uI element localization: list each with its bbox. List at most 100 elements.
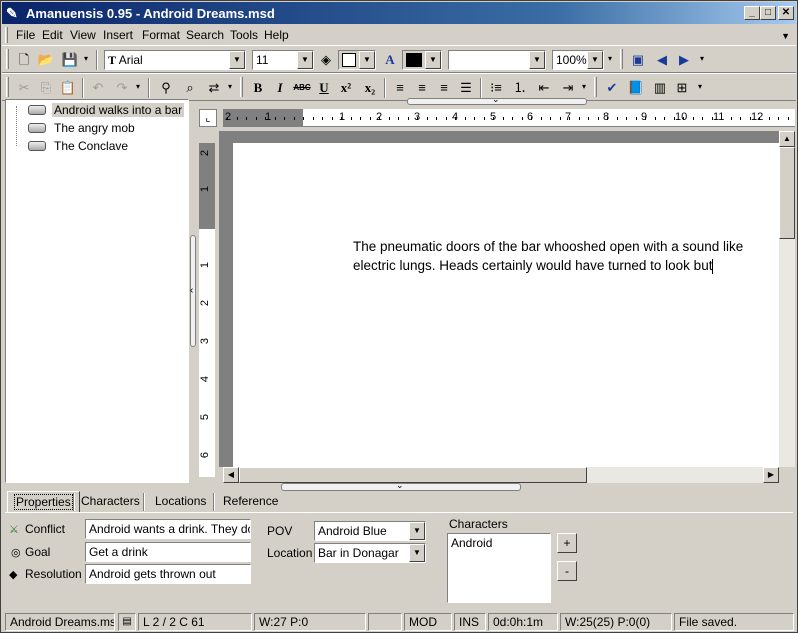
chevron-down-icon[interactable]: ▼ [425, 51, 441, 69]
find-next-icon[interactable]: ⌕ [180, 78, 200, 98]
menu-help[interactable]: Help [264, 28, 289, 42]
bold-button[interactable]: B [248, 78, 268, 98]
remove-character-button[interactable]: - [557, 561, 577, 581]
chevron-down-icon[interactable]: ▼ [409, 544, 425, 562]
list-item[interactable]: Android [451, 536, 547, 550]
ruler-tick [740, 117, 741, 120]
statistics-icon[interactable]: ▥ [650, 78, 670, 98]
maximize-button[interactable]: □ [760, 6, 776, 20]
paragraph-dropdown-icon[interactable]: ▾ [582, 82, 586, 91]
justify-icon[interactable]: ☰ [456, 78, 476, 98]
scroll-thumb[interactable] [239, 467, 587, 483]
document-page[interactable]: The pneumatic doors of the bar whooshed … [233, 143, 779, 467]
superscript-icon[interactable]: x² [336, 78, 356, 98]
menu-edit[interactable]: Edit [42, 28, 63, 42]
font-color-icon[interactable]: A [380, 50, 400, 70]
open-folder-icon[interactable]: 📂 [36, 50, 56, 70]
scroll-right-icon[interactable]: ▶ [763, 467, 779, 483]
spellcheck-icon[interactable]: ✔ [602, 78, 622, 98]
pov-select[interactable]: Android Blue ▼ [314, 521, 426, 541]
subscript-icon[interactable]: x₂ [360, 78, 380, 98]
arrow-right-icon[interactable]: ▶ [674, 50, 694, 70]
tab-locations[interactable]: Locations [149, 491, 212, 513]
scroll-left-icon[interactable]: ◀ [223, 467, 239, 483]
insert-scene-icon[interactable]: ▣ [628, 50, 648, 70]
menu-insert[interactable]: Insert [103, 28, 133, 42]
toolbar-overflow-icon[interactable]: ▾ [698, 82, 702, 91]
save-icon[interactable]: 💾 [60, 50, 80, 70]
outdent-icon[interactable]: ⇤ [534, 78, 554, 98]
menu-search[interactable]: Search [186, 28, 224, 42]
chevron-down-icon[interactable]: ▼ [587, 51, 603, 69]
redo-icon[interactable]: ↷ [112, 78, 132, 98]
zoom-combo[interactable]: 100% ▼ [552, 50, 604, 70]
align-left-icon[interactable]: ≡ [390, 78, 410, 98]
strikethrough-icon[interactable]: ABC [292, 78, 312, 98]
characters-list[interactable]: Android [447, 533, 551, 603]
toolbar-overflow-icon[interactable]: ▾ [608, 54, 612, 63]
tab-stop-selector[interactable]: ⌞ [199, 109, 217, 127]
horizontal-scrollbar[interactable]: ◀ ▶ [223, 467, 779, 483]
scroll-thumb[interactable] [779, 147, 795, 239]
italic-button[interactable]: I [270, 78, 290, 98]
chevron-down-icon[interactable]: ▼ [529, 51, 545, 69]
toolbar-splitter[interactable]: ⌄ [407, 94, 587, 105]
numbered-list-icon[interactable]: ⒈ [510, 78, 530, 98]
resolution-field[interactable]: Android gets thrown out [85, 564, 251, 584]
goal-label: Goal [25, 545, 51, 559]
undo-icon[interactable]: ↶ [88, 78, 108, 98]
history-dropdown-icon[interactable]: ▾ [136, 82, 140, 91]
horizontal-ruler[interactable]: 2 1 1 2 3 4 5 6 7 8 9 10 11 12 [223, 109, 795, 127]
vertical-ruler[interactable]: 2 1 1 2 3 4 5 6 [199, 143, 215, 477]
underline-button[interactable]: U [314, 78, 334, 98]
location-select[interactable]: Bar in Donagar ▼ [314, 543, 426, 563]
paste-icon[interactable]: 📋 [58, 78, 78, 98]
scroll-up-icon[interactable]: ▲ [779, 131, 795, 147]
thesaurus-book-icon[interactable]: 📘 [626, 78, 646, 98]
new-file-icon[interactable]: 🗋 [14, 50, 34, 70]
style-combo[interactable]: ▼ [448, 50, 546, 70]
ruler-tick [408, 117, 409, 120]
chevron-down-icon[interactable]: ▼ [229, 51, 245, 69]
toolbar-overflow-icon[interactable]: ▾ [700, 54, 704, 63]
chevron-down-icon[interactable]: ▼ [359, 51, 375, 69]
tab-reference[interactable]: Reference [217, 491, 284, 513]
conflict-field[interactable]: Android wants a drink. They don't [85, 519, 251, 539]
align-center-icon[interactable]: ≡ [412, 78, 432, 98]
document-text[interactable]: The pneumatic doors of the bar whooshed … [353, 237, 781, 275]
ruler-label: 2 [199, 299, 212, 307]
cut-icon[interactable]: ✂ [14, 78, 34, 98]
chevron-down-icon[interactable]: ▼ [409, 522, 425, 540]
outline-icon[interactable]: ⊞ [672, 78, 692, 98]
vertical-splitter[interactable]: ‹ [189, 99, 199, 483]
vertical-scrollbar[interactable]: ▲ [779, 131, 795, 467]
horizontal-splitter[interactable]: ⌄ [281, 480, 521, 491]
tree-item-label: The Conclave [54, 139, 129, 153]
find-icon[interactable]: ⚲ [156, 78, 176, 98]
fill-color-icon[interactable]: ◈ [316, 50, 336, 70]
title-bar[interactable]: ✎ Amanuensis 0.95 - Android Dreams.msd _… [2, 2, 796, 24]
replace-icon[interactable]: ⇄ [204, 78, 224, 98]
font-name-combo[interactable]: T Arial ▼ [104, 50, 246, 70]
menu-format[interactable]: Format [142, 28, 180, 42]
align-right-icon[interactable]: ≡ [434, 78, 454, 98]
font-size-combo[interactable]: 11 ▼ [252, 50, 314, 70]
close-button[interactable]: ✕ [778, 6, 794, 20]
goal-field[interactable]: Get a drink [85, 542, 251, 562]
copy-icon[interactable]: ⎘ [36, 78, 56, 98]
minimize-button[interactable]: _ [744, 6, 760, 20]
add-character-button[interactable]: + [557, 533, 577, 553]
menu-file[interactable]: File [16, 28, 35, 42]
search-dropdown-icon[interactable]: ▾ [228, 82, 232, 91]
font-color-combo[interactable]: ▼ [402, 50, 442, 70]
menu-chevron-icon[interactable]: ▼ [781, 31, 790, 41]
highlight-color-combo[interactable]: ▼ [338, 50, 376, 70]
chevron-down-icon[interactable]: ▼ [297, 51, 313, 69]
arrow-left-icon[interactable]: ◀ [652, 50, 672, 70]
tab-properties[interactable]: Properties [7, 491, 80, 513]
menu-tools[interactable]: Tools [230, 28, 258, 42]
indent-icon[interactable]: ⇥ [558, 78, 578, 98]
save-dropdown-icon[interactable]: ▾ [84, 54, 88, 63]
menu-view[interactable]: View [70, 28, 96, 42]
tab-characters[interactable]: Characters [75, 491, 146, 513]
